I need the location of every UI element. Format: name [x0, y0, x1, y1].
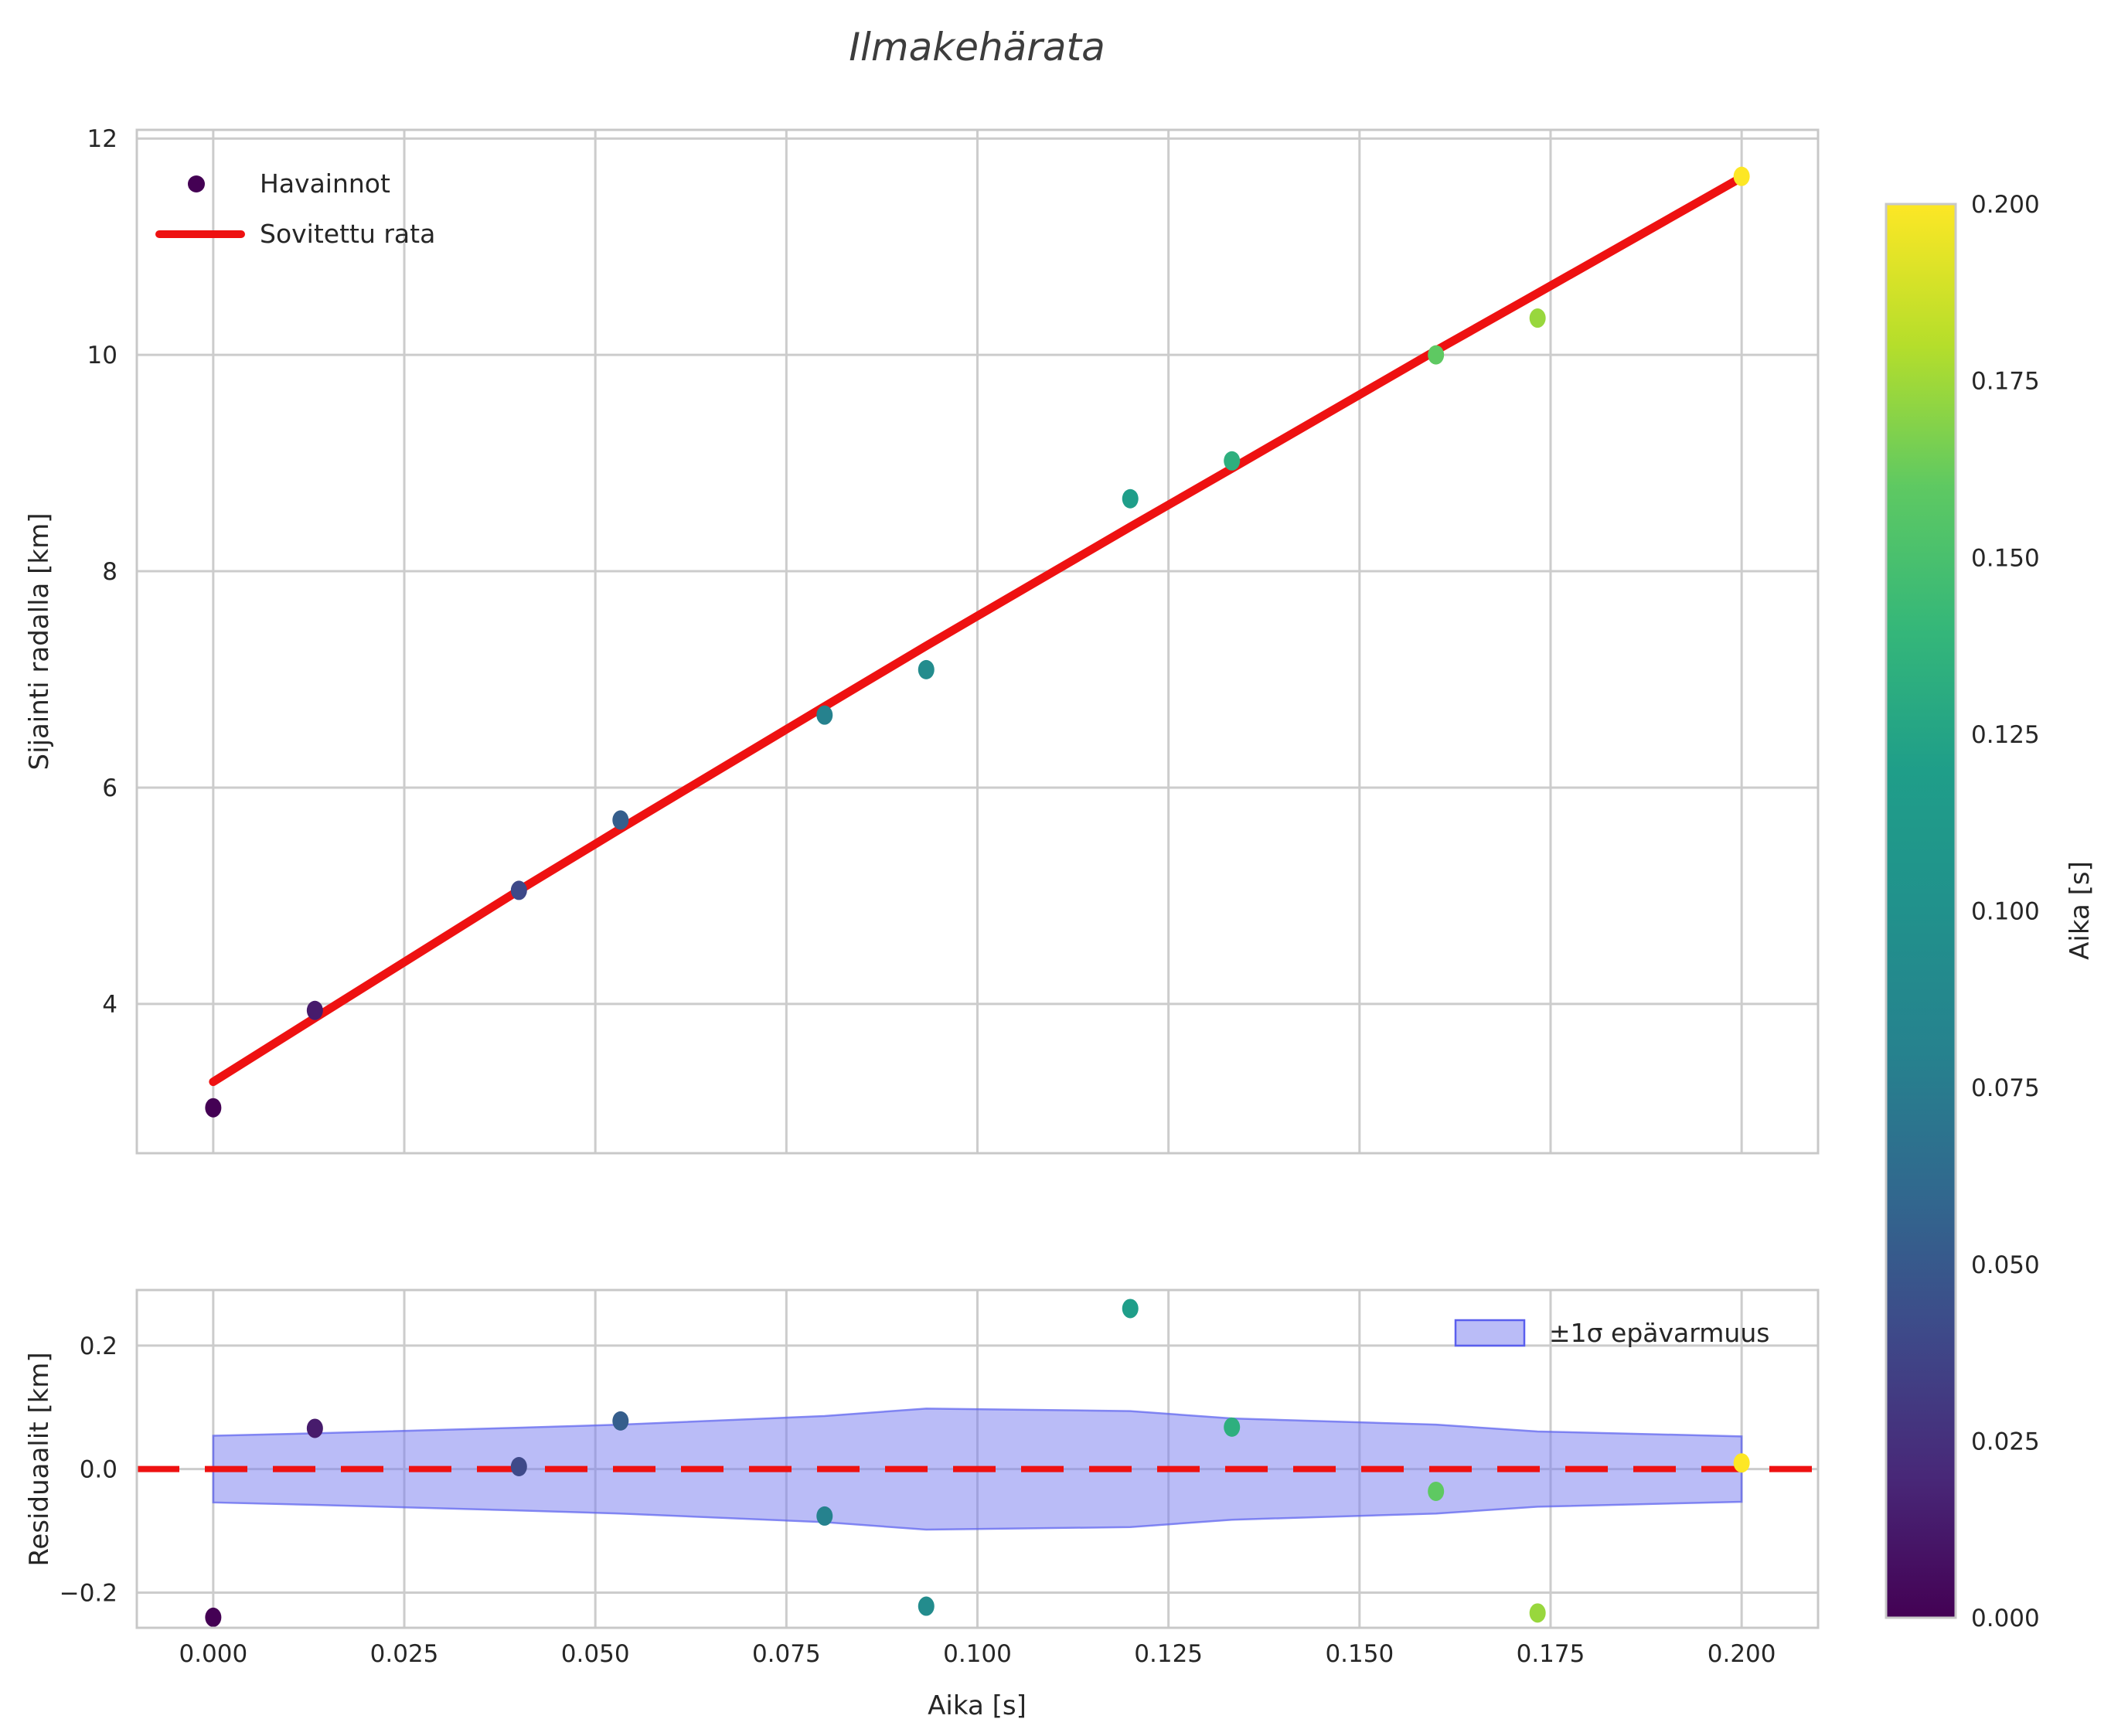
colorbar-tick-label: 0.100: [1971, 898, 2040, 926]
x-tick-label: 0.050: [561, 1640, 630, 1668]
colorbar-label: Aika [s]: [2065, 861, 2096, 960]
colorbar-tick-label: 0.025: [1971, 1428, 2040, 1455]
residual-ytick-labels: −0.2 0.0 0.2: [60, 1333, 117, 1608]
colorbar-tick-label: 0.125: [1971, 721, 2040, 749]
x-tick-label: 0.175: [1517, 1640, 1585, 1668]
colorbar-gradient: [1886, 204, 1956, 1618]
observation-point: [1529, 308, 1546, 328]
y-tick-label: 8: [102, 558, 117, 586]
residual-point: [306, 1418, 323, 1438]
y-tick-label: 12: [87, 125, 117, 153]
colorbar-tick-label: 0.200: [1971, 191, 2040, 219]
x-tick-labels: 0.000 0.025 0.050 0.075 0.100 0.125 0.150 0.175…: [179, 1640, 1776, 1668]
x-tick-label: 0.000: [179, 1640, 247, 1668]
observation-point: [1733, 166, 1750, 186]
colorbar-tick-label: 0.150: [1971, 544, 2040, 572]
residual-point: [510, 1456, 527, 1476]
x-axis-label: Aika [s]: [928, 1690, 1027, 1721]
x-tick-label: 0.150: [1325, 1640, 1394, 1668]
chart-title: Ilmakehärata: [849, 25, 1105, 70]
x-tick-label: 0.100: [943, 1640, 1012, 1668]
observation-point: [612, 810, 629, 830]
legend-band-patch-icon: [1454, 1319, 1526, 1347]
observation-point: [306, 1000, 323, 1020]
y-tick-label: 0.2: [80, 1333, 117, 1360]
residual-point: [205, 1607, 222, 1627]
x-tick-label: 0.025: [370, 1640, 439, 1668]
residual-axes: −0.2 0.0 0.2 0.000 0.025 0.050 0.075 0.100 0.12…: [24, 1288, 1820, 1721]
legend-observations-marker-icon: [188, 175, 205, 192]
y-tick-label: −0.2: [60, 1579, 117, 1607]
residual-point: [1122, 1299, 1139, 1319]
residual-point: [1529, 1603, 1546, 1623]
x-tick-label: 0.200: [1708, 1640, 1776, 1668]
observation-point: [1428, 345, 1445, 365]
figure: Ilmakehärata 4 6 8 10 12 Havainnot Sovitettu…: [0, 0, 2111, 1736]
colorbar: 0.000 0.025 0.050 0.075 0.100 0.125 0.150 0.175…: [1885, 191, 2096, 1632]
y-tick-label: 6: [102, 774, 117, 802]
residual-point: [1733, 1453, 1750, 1473]
observation-point: [510, 880, 527, 900]
observation-point: [1224, 451, 1241, 471]
colorbar-tick-label: 0.175: [1971, 368, 2040, 396]
y-tick-label: 0.0: [80, 1456, 117, 1484]
y-tick-label: 10: [87, 342, 117, 369]
legend-fit-label: Sovitettu rata: [260, 219, 435, 249]
residual-point: [1224, 1417, 1241, 1437]
observation-point: [205, 1098, 222, 1118]
legend-band-label: ±1σ epävarmuus: [1549, 1318, 1769, 1348]
legend-observations-label: Havainnot: [260, 168, 390, 199]
residual-point: [612, 1411, 629, 1431]
top-axes: 4 6 8 10 12 Havainnot Sovitettu rata Sijaint…: [24, 125, 1820, 1155]
residual-y-axis-label: Residuaalit [km]: [24, 1352, 55, 1566]
top-y-axis-label: Sijainti radalla [km]: [24, 513, 55, 771]
x-tick-label: 0.075: [752, 1640, 821, 1668]
colorbar-tick-label: 0.075: [1971, 1074, 2040, 1102]
residual-legend: ±1σ epävarmuus: [1454, 1318, 1769, 1348]
y-tick-label: 4: [102, 991, 117, 1019]
chart-canvas: Ilmakehärata 4 6 8 10 12 Havainnot Sovitettu…: [24, 25, 2096, 1721]
x-tick-label: 0.125: [1134, 1640, 1203, 1668]
top-ytick-labels: 4 6 8 10 12: [87, 125, 117, 1019]
residual-point: [816, 1506, 833, 1526]
colorbar-tick-label: 0.050: [1971, 1251, 2040, 1279]
observation-point: [918, 659, 935, 679]
residual-point: [918, 1596, 935, 1616]
colorbar-tick-label: 0.000: [1971, 1605, 2040, 1632]
observation-point: [816, 705, 833, 725]
residual-point: [1428, 1481, 1445, 1501]
observation-point: [1122, 488, 1139, 509]
colorbar-tick-labels: 0.000 0.025 0.050 0.075 0.100 0.125 0.150 0.175…: [1971, 191, 2040, 1632]
